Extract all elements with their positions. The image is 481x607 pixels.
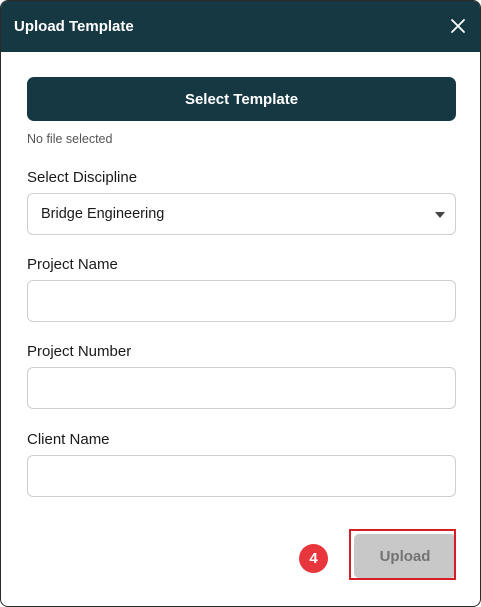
project-name-field[interactable] [27,280,456,322]
close-icon[interactable] [446,14,470,38]
client-name-field[interactable] [27,455,456,497]
chevron-down-icon [435,212,445,218]
discipline-selected-value: Bridge Engineering [41,206,165,222]
select-template-button[interactable]: Select Template [27,77,456,121]
client-name-label: Client Name [27,431,110,448]
highlight-box [349,529,456,580]
step-number-badge: 4 [299,544,328,573]
discipline-select[interactable]: Bridge Engineering [27,193,456,235]
project-number-field[interactable] [27,367,456,409]
upload-template-dialog: Upload Template Select Template No file … [0,0,481,607]
project-number-label: Project Number [27,343,132,360]
dialog-header: Upload Template [1,1,480,52]
project-name-label: Project Name [27,256,118,273]
discipline-label: Select Discipline [27,169,138,186]
file-status-text: No file selected [27,132,113,146]
dialog-title: Upload Template [14,18,134,35]
